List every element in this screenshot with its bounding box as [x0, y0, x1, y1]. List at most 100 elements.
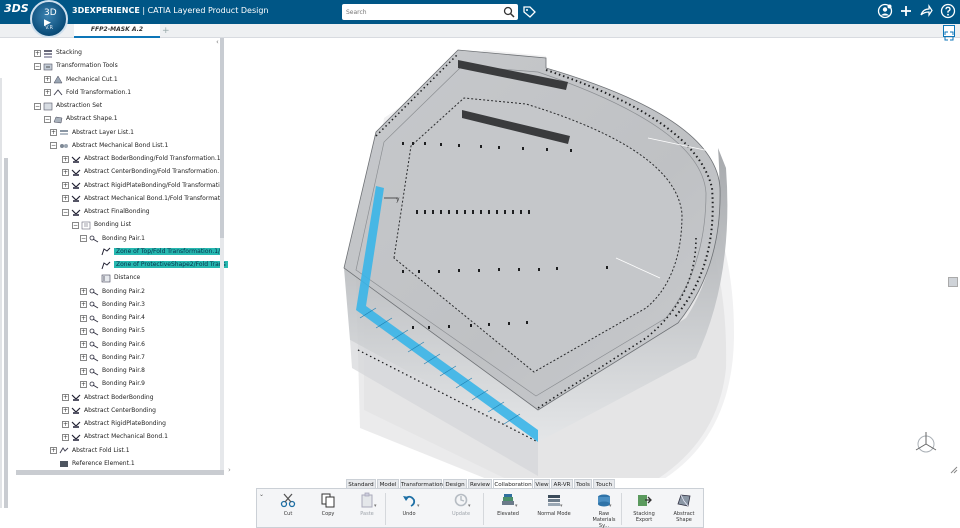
- tree-item[interactable]: + Mechanical Cut.1: [44, 74, 118, 86]
- undo-dropdown-icon[interactable]: ▾: [468, 503, 471, 509]
- expand-icon[interactable]: +: [62, 195, 69, 203]
- compass-widget[interactable]: 3D ▶ V.R: [30, 0, 68, 38]
- collapse-icon[interactable]: −: [34, 102, 41, 110]
- tree-item[interactable]: + Bonding Pair.9: [80, 378, 145, 390]
- share-icon[interactable]: [918, 3, 934, 19]
- tree-item[interactable]: + Bonding Pair.8: [80, 365, 145, 377]
- tree-item[interactable]: + Bonding Pair.3: [80, 299, 145, 311]
- help-icon[interactable]: [940, 3, 956, 19]
- search-box[interactable]: [342, 4, 518, 20]
- expand-icon[interactable]: +: [80, 288, 87, 295]
- search-input[interactable]: [346, 6, 496, 18]
- tree-scroll-up-icon[interactable]: ‹: [216, 38, 219, 46]
- expand-icon[interactable]: +: [62, 433, 69, 441]
- tree-item[interactable]: − Bonding List: [72, 219, 131, 231]
- update-dropdown-icon[interactable]: ▾: [515, 503, 518, 509]
- brand-logo[interactable]: 3DS: [4, 2, 29, 22]
- ribbon-button[interactable]: Cut: [271, 492, 305, 527]
- expand-icon[interactable]: +: [80, 301, 87, 309]
- expand-icon[interactable]: +: [80, 367, 87, 375]
- expand-icon[interactable]: +: [62, 420, 69, 428]
- tree-item[interactable]: + Abstract Mechanical Bond.1/Fold Transfo…: [62, 193, 220, 205]
- tree-left-scrollbar[interactable]: [4, 158, 8, 508]
- ribbon-button[interactable]: Undo: [392, 492, 426, 527]
- tree-item[interactable]: Reference Element.1: [50, 458, 135, 470]
- paste-more-icon[interactable]: ▾: [417, 503, 420, 509]
- expand-icon[interactable]: +: [62, 394, 69, 401]
- tree-item[interactable]: − Abstract FinalBonding: [62, 206, 150, 218]
- expand-icon[interactable]: +: [80, 380, 87, 388]
- user-profile-icon[interactable]: [877, 3, 893, 19]
- tree-item[interactable]: + Abstract Mechanical Bond.1: [62, 431, 168, 443]
- elevated-dropdown-icon[interactable]: ▾: [560, 503, 563, 509]
- tree-item[interactable]: + Bonding Pair.2: [80, 286, 145, 298]
- tree-item[interactable]: Distance: [92, 272, 140, 284]
- expand-icon[interactable]: +: [62, 182, 69, 189]
- tree-item[interactable]: + Abstract RigidPlateBonding/Fold Transfo…: [62, 180, 220, 192]
- collapse-ribbon-icon[interactable]: ⌄: [259, 491, 264, 498]
- expand-icon[interactable]: +: [62, 168, 69, 176]
- expand-icon[interactable]: +: [50, 447, 57, 454]
- tree-scrollbar-thumb[interactable]: [220, 38, 224, 238]
- expand-icon[interactable]: +: [34, 49, 41, 57]
- tree-horizontal-scrollbar[interactable]: [16, 470, 224, 475]
- tree-item[interactable]: + Bonding Pair.7: [80, 352, 145, 364]
- ribbon-button[interactable]: Copy: [311, 492, 345, 527]
- ribbon-button[interactable]: Normal Mode: [537, 492, 571, 527]
- tree-item[interactable]: + Abstract Fold List.1: [50, 445, 130, 457]
- tree-item[interactable]: + Abstract BoderBonding: [62, 392, 154, 404]
- expand-icon[interactable]: +: [44, 76, 51, 83]
- 3d-viewport[interactable]: y: [226, 38, 960, 508]
- tree-item[interactable]: − Abstraction Set: [34, 100, 102, 112]
- 3d-compass-icon[interactable]: [912, 428, 940, 456]
- expand-icon[interactable]: +: [50, 129, 57, 136]
- ribbon-button[interactable]: Paste: [350, 492, 384, 527]
- tree-item[interactable]: + Stacking: [34, 47, 82, 59]
- tree-scrollbar[interactable]: [220, 38, 224, 470]
- collapse-icon[interactable]: −: [62, 208, 69, 216]
- tree-item[interactable]: + Abstract RigidPlateBonding: [62, 418, 166, 430]
- new-tab-icon[interactable]: +: [162, 25, 170, 37]
- collapse-icon[interactable]: −: [50, 142, 57, 150]
- ribbon-button[interactable]: Raw Materials Sy...: [587, 492, 621, 528]
- expand-icon[interactable]: +: [62, 155, 69, 163]
- resize-grip-icon[interactable]: [950, 464, 958, 474]
- fit-all-icon[interactable]: [943, 25, 955, 41]
- ribbon-button[interactable]: Elevated: [491, 492, 525, 527]
- tree-item[interactable]: Zone of ProtectiveShape2/Fold Trans: [92, 259, 228, 271]
- expand-icon[interactable]: +: [62, 407, 69, 415]
- tree-item[interactable]: + Bonding Pair.4: [80, 312, 145, 324]
- expand-icon[interactable]: +: [80, 327, 87, 335]
- tree-item[interactable]: + Abstract BoderBonding/Fold Transformati…: [62, 153, 221, 165]
- ribbon-button[interactable]: Update: [444, 492, 478, 527]
- collapse-icon[interactable]: −: [72, 221, 79, 229]
- tree-item[interactable]: + Bonding Pair.5: [80, 325, 145, 337]
- expand-icon[interactable]: +: [44, 89, 51, 97]
- normal-mode-dropdown-icon[interactable]: ▾: [609, 503, 612, 509]
- tree-item[interactable]: + Abstract Layer List.1: [50, 127, 134, 139]
- tag-icon[interactable]: [522, 4, 536, 20]
- 3d-model-render[interactable]: y: [226, 38, 960, 508]
- tree-item[interactable]: − Abstract Mechanical Bond List.1: [50, 140, 168, 152]
- collapse-icon[interactable]: −: [80, 235, 87, 242]
- ribbon-button[interactable]: Abstract Shape: [667, 492, 701, 527]
- tree-item[interactable]: − Transformation Tools: [34, 60, 118, 72]
- panel-toggle-icon[interactable]: [948, 277, 958, 287]
- tree-item[interactable]: + Abstract CenterBonding/Fold Transformat…: [62, 166, 219, 178]
- paste-dropdown-icon[interactable]: ▾: [374, 503, 377, 509]
- expand-icon[interactable]: +: [80, 354, 87, 362]
- tree-item[interactable]: Zone of Top/Fold Transformation.1/: [92, 246, 223, 258]
- expand-icon[interactable]: +: [80, 341, 87, 348]
- specification-tree[interactable]: + Stacking − Transformation Tools + Mechanica…: [0, 38, 228, 508]
- tab-document[interactable]: FFP2-MASK A.2: [74, 24, 160, 38]
- search-icon[interactable]: [502, 5, 516, 19]
- collapse-icon[interactable]: −: [34, 62, 41, 70]
- add-icon[interactable]: [898, 3, 914, 19]
- expand-icon[interactable]: +: [80, 314, 87, 322]
- ribbon-button[interactable]: Stacking Export: [627, 492, 661, 527]
- tree-item[interactable]: + Fold Transformation.1: [44, 87, 131, 99]
- tree-item[interactable]: − Bonding Pair.1: [80, 233, 145, 245]
- tree-item[interactable]: + Bonding Pair.6: [80, 339, 145, 351]
- tree-item[interactable]: + Abstract CenterBonding: [62, 405, 156, 417]
- tree-item[interactable]: − Abstract Shape.1: [44, 113, 118, 125]
